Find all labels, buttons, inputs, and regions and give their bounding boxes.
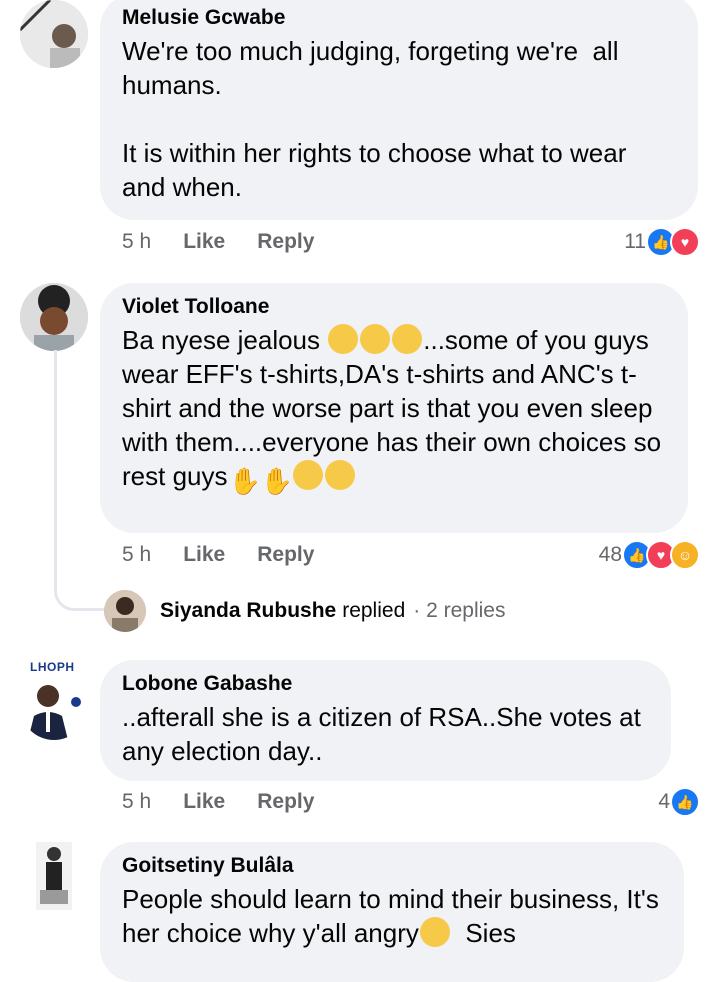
reaction-count: 4 <box>658 790 670 813</box>
avatar[interactable] <box>36 842 72 910</box>
comment-bubble: Melusie Gcwabe We're too much judging, f… <box>100 0 698 220</box>
raised-hand-emoji-icon: ✋ <box>260 466 293 496</box>
reply-author[interactable]: Siyanda Rubushe <box>160 599 336 623</box>
comment-text-part: Sies <box>450 918 516 948</box>
like-button[interactable]: Like <box>183 230 225 254</box>
comment-text-part: Ba nyese jealous <box>122 325 328 355</box>
reply-button[interactable]: Reply <box>257 543 314 567</box>
smirk-emoji-icon <box>419 917 450 947</box>
reaction-count: 11 <box>624 230 646 253</box>
comment-timestamp[interactable]: 5 h <box>122 230 151 254</box>
comment-timestamp[interactable]: 5 h <box>122 790 151 814</box>
reaction-summary[interactable]: 48 👍 ♥ ☺ <box>599 540 700 570</box>
comment-author[interactable]: Goitsetiny Bulâla <box>122 854 662 878</box>
like-button[interactable]: Like <box>183 543 225 567</box>
comment-actions: 5 h Like Reply <box>122 543 314 567</box>
laughing-emoji-icon <box>392 324 423 354</box>
like-button[interactable]: Like <box>183 790 225 814</box>
smirk-emoji-icon <box>324 460 355 490</box>
comment-author[interactable]: Lobone Gabashe <box>122 672 649 696</box>
comment-author[interactable]: Violet Tolloane <box>122 295 666 319</box>
raised-hand-emoji-icon: ✋ <box>228 466 261 496</box>
comment-timestamp[interactable]: 5 h <box>122 543 151 567</box>
view-replies-link[interactable]: Siyanda Rubushe replied · 2 replies <box>104 590 505 632</box>
comment-text-part: People should learn to mind their busine… <box>122 884 667 948</box>
reply-count: · 2 replies <box>413 599 506 622</box>
comment-text: People should learn to mind their busine… <box>122 882 662 950</box>
comment-bubble: Violet Tolloane Ba nyese jealous ...some… <box>100 283 688 533</box>
thread-connector <box>54 350 115 611</box>
love-reaction-icon: ♥ <box>670 227 700 257</box>
comment-text: Ba nyese jealous ...some of you guys wea… <box>122 323 666 496</box>
eye-roll-emoji-icon <box>292 460 323 490</box>
avatar <box>104 590 146 632</box>
laughing-emoji-icon <box>328 324 359 354</box>
comment-actions: 5 h Like Reply <box>122 790 314 814</box>
like-reaction-icon: 👍 <box>670 787 700 817</box>
haha-reaction-icon: ☺ <box>670 540 700 570</box>
comment-text: ..afterall she is a citizen of RSA..She … <box>122 702 649 766</box>
reaction-count: 48 <box>598 543 622 566</box>
reaction-summary[interactable]: 4 👍 <box>658 787 700 817</box>
comment-text: We're too much judging, forgeting we're … <box>122 36 627 202</box>
laughing-emoji-icon <box>360 324 391 354</box>
avatar[interactable] <box>20 672 88 740</box>
comment-bubble: Lobone Gabashe ..afterall she is a citiz… <box>100 660 671 781</box>
avatar[interactable] <box>20 0 88 68</box>
reply-button[interactable]: Reply <box>257 790 314 814</box>
reaction-summary[interactable]: 11 👍 ♥ <box>624 227 700 257</box>
reply-label: replied <box>342 599 406 622</box>
avatar[interactable] <box>20 283 88 351</box>
reply-button[interactable]: Reply <box>257 230 314 254</box>
comment-bubble: Goitsetiny Bulâla People should learn to… <box>100 842 684 982</box>
comment-author[interactable]: Melusie Gcwabe <box>122 6 676 30</box>
comment-actions: 5 h Like Reply <box>122 230 314 254</box>
